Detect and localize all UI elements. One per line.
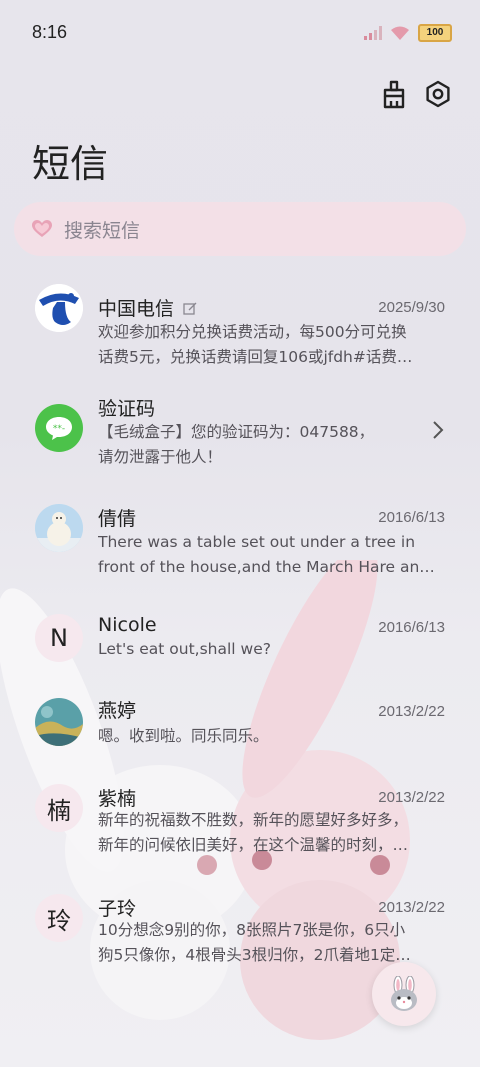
conversation-snippet: 新年的祝福数不胜数，新年的愿望好多好多， 新年的问候依旧美好，在这个温馨的时刻，… (98, 808, 448, 858)
clean-button[interactable] (378, 78, 410, 110)
conversation-snippet: 欢迎参加积分兑换话费活动，每500分可兑换 话费5元，兑换话费请回复106或jf… (98, 320, 448, 370)
snippet-line: 话费5元，兑换话费请回复106或jfdh#话费… (98, 348, 413, 366)
bunny-icon (391, 976, 417, 1011)
conversation-row[interactable]: **- 验证码 【毛绒盒子】您的验证码为：047588， 请勿泄露于他人！ (0, 390, 480, 490)
page-title: 短信 (32, 142, 109, 186)
heart-icon (32, 219, 52, 239)
china-telecom-logo-avatar (35, 284, 83, 332)
conversation-snippet: 10分想念9别的你，8张照片7张是你，6只小 狗5只像你，4根骨头3根归你，2爪… (98, 918, 448, 968)
verification-code-avatar: **- (35, 404, 83, 452)
snippet-line: 欢迎参加积分兑换话费活动，每500分可兑换 (98, 323, 407, 341)
official-account-icon (183, 302, 197, 315)
status-icons: 100 (364, 24, 452, 42)
snippet-line: 请勿泄露于他人！ (98, 448, 223, 466)
snippet-line: 嗯。收到啦。同乐同乐。 (98, 727, 269, 745)
conversation-name: 倩倩 (98, 508, 137, 530)
status-bar: 8:16 100 (0, 0, 480, 68)
landscape-photo-avatar (35, 698, 83, 746)
wifi-icon (391, 26, 409, 40)
gear-icon (426, 80, 450, 108)
letter-avatar: N (35, 614, 83, 662)
conversation-date: 2016/6/13 (378, 509, 445, 526)
snippet-line: front of the house,and the March Hare an… (98, 558, 435, 576)
settings-button[interactable] (422, 78, 454, 110)
conversation-row[interactable]: N Nicole 2016/6/13 Let's eat out,shall w… (0, 610, 480, 710)
letter-avatar: 楠 (35, 784, 83, 832)
conversation-date: 2016/6/13 (378, 619, 445, 636)
battery-indicator: 100 (418, 24, 452, 42)
conversation-row[interactable]: 中国电信 2025/9/30 欢迎参加积分兑换话费活动，每500分可兑换 话费5… (0, 280, 480, 380)
search-bar[interactable]: 搜索短信 (14, 202, 466, 256)
conversation-name: Nicole (98, 614, 157, 636)
signal-icon (364, 26, 382, 40)
chevron-right-icon[interactable] (432, 420, 444, 440)
conversation-name: 子玲 (98, 898, 137, 920)
conversation-name: 燕婷 (98, 700, 137, 722)
snippet-line: 新年的祝福数不胜数，新年的愿望好多好多， (98, 811, 409, 829)
chat-bubble-icon: **- (46, 417, 72, 440)
conversation-snippet: Let's eat out,shall we? (98, 637, 448, 662)
conversation-date: 2025/9/30 (378, 299, 445, 316)
snippet-line: 10分想念9别的你，8张照片7张是你，6只小 (98, 921, 406, 939)
conversation-row[interactable]: 倩倩 2016/6/13 There was a table set out u… (0, 500, 480, 600)
conversation-name: 验证码 (98, 398, 156, 420)
conversation-name-text: 中国电信 (98, 298, 175, 320)
search-input[interactable]: 搜索短信 (64, 216, 140, 243)
snippet-line: Let's eat out,shall we? (98, 640, 271, 658)
conversation-snippet: There was a table set out under a tree i… (98, 530, 448, 580)
compose-button[interactable] (372, 962, 436, 1026)
snippet-line: There was a table set out under a tree i… (98, 533, 416, 551)
conversation-row[interactable]: 楠 紫楠 2013/2/22 新年的祝福数不胜数，新年的愿望好多好多， 新年的问… (0, 782, 480, 882)
polar-bear-photo-avatar (35, 504, 83, 552)
status-time: 8:16 (32, 22, 68, 42)
snippet-line: 【毛绒盒子】您的验证码为：047588， (98, 423, 375, 441)
conversation-date: 2013/2/22 (378, 703, 445, 720)
broom-icon (383, 80, 405, 109)
letter-avatar: 玲 (35, 894, 83, 942)
conversation-name: 中国电信 (98, 294, 197, 321)
snippet-line: 新年的问候依旧美好，在这个温馨的时刻，… (98, 836, 409, 854)
conversation-date: 2013/2/22 (378, 789, 445, 806)
conversation-name: 紫楠 (98, 788, 137, 810)
conversation-date: 2013/2/22 (378, 899, 445, 916)
conversation-snippet: 嗯。收到啦。同乐同乐。 (98, 724, 448, 749)
svg-text:**-: **- (53, 424, 65, 434)
conversation-snippet: 【毛绒盒子】您的验证码为：047588， 请勿泄露于他人！ (98, 420, 448, 470)
